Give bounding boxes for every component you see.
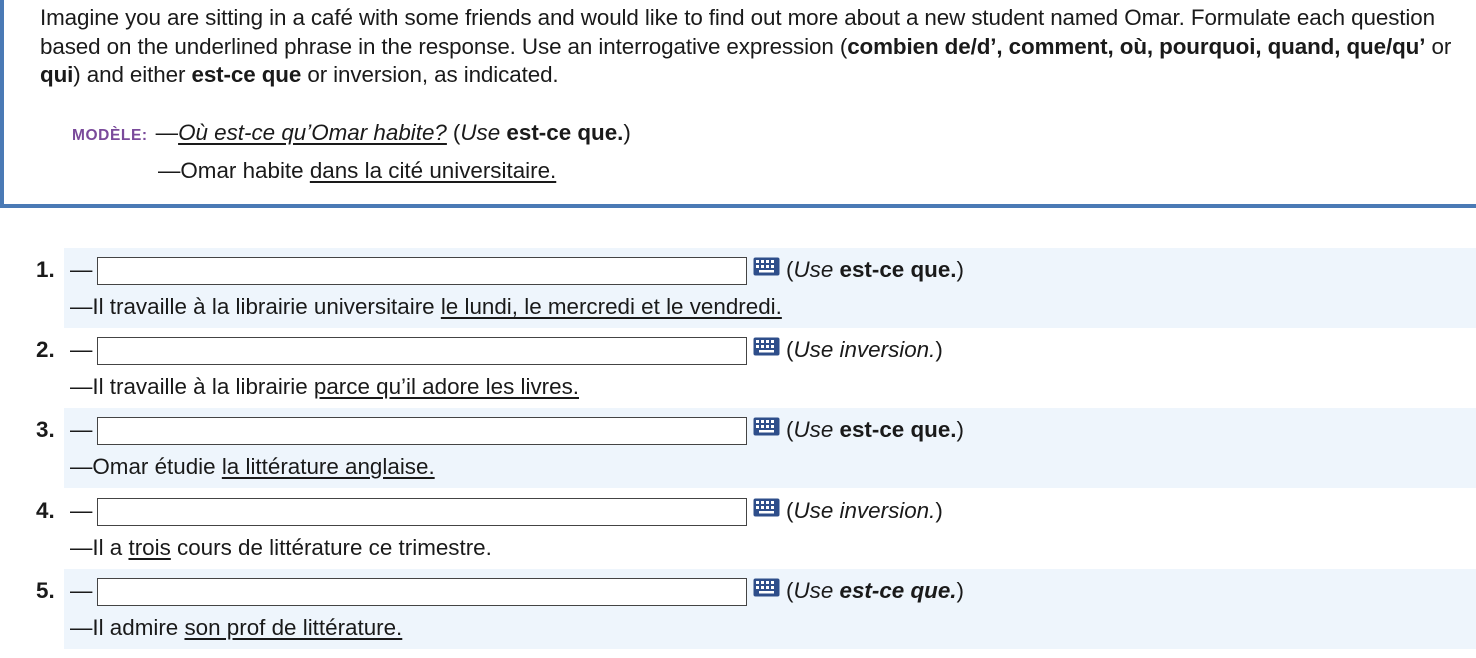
interrogative-expressions: combien de/d’, comment, où, pourquoi, qu… <box>847 33 1426 59</box>
instructions-part2: or <box>1425 33 1452 59</box>
instructions-part3: ) and either <box>73 62 192 88</box>
use-note: (Use inversion.) <box>786 498 943 524</box>
answer-input-4[interactable] <box>97 498 747 526</box>
use-note-method: est-ce que. <box>839 417 957 442</box>
question-dash: — <box>70 337 93 362</box>
keyboard-icon[interactable] <box>753 337 780 356</box>
response-suffix: cours de littérature ce trimestre. <box>170 535 492 560</box>
instructions-part4: or inversion, as indicated. <box>301 62 559 88</box>
response-text: —Il a trois cours de littérature ce trim… <box>70 535 492 561</box>
modele-dash: — <box>155 120 179 145</box>
response-text: —Omar étudie la littérature anglaise. <box>70 454 435 480</box>
response-text: —Il travaille à la librairie parce qu’il… <box>70 374 579 400</box>
exercise-item-3: 3. — (Use est-ce que.) —Omar étudie la l… <box>0 408 1476 488</box>
use-note-method: inversion. <box>839 337 936 362</box>
response-prefix: —Il a <box>70 535 129 560</box>
exercise-item-2: 2. — (Use inversion.) —Il travaille à la… <box>0 328 1476 408</box>
keyboard-icon[interactable] <box>753 417 780 436</box>
answer-input-3[interactable] <box>97 417 747 445</box>
modele-question: Où est-ce qu’Omar habite? <box>178 120 447 145</box>
exercise-item-4: 4. — (Use inversion.) —Il a trois cours … <box>0 489 1476 569</box>
keyboard-icon[interactable] <box>753 498 780 517</box>
modele-example: MODÈLE: — Où est-ce qu’Omar habite? (Use… <box>72 120 631 152</box>
item-number: 3. <box>36 417 55 442</box>
interrogative-qui: qui <box>40 62 74 88</box>
question-dash: — <box>70 257 93 282</box>
keyboard-icon[interactable] <box>753 257 780 276</box>
use-note-method: est-ce que. <box>839 257 957 282</box>
use-note-close: ) <box>956 257 964 282</box>
answer-input-1[interactable] <box>97 257 747 285</box>
exercise-item-1: 1. — (Use est-ce que.) —Il travaille à l… <box>0 248 1476 328</box>
use-note: (Use est-ce que.) <box>786 578 964 604</box>
response-prefix: —Il admire <box>70 615 185 640</box>
exercise-item-5: 5. — (Use est-ce que.) —Il admire son pr… <box>0 569 1476 649</box>
use-note-use: Use <box>793 417 834 442</box>
question-dash: — <box>70 498 93 523</box>
item-number: 5. <box>36 578 55 603</box>
item-number: 2. <box>36 337 55 362</box>
modele-answer-underlined: dans la cité universitaire. <box>309 158 557 183</box>
question-dash: — <box>70 417 93 442</box>
item-number: 4. <box>36 498 55 523</box>
use-note-use: Use <box>793 257 834 282</box>
response-underlined: la littérature anglaise. <box>221 454 435 479</box>
answer-input-5[interactable] <box>97 578 747 606</box>
response-text: —Il travaille à la librairie universitai… <box>70 294 782 320</box>
use-note-close: ) <box>935 498 943 523</box>
use-note-use: Use <box>793 337 834 362</box>
instructions-box: Imagine you are sitting in a café with s… <box>0 0 1476 208</box>
modele-use-close: ) <box>623 120 631 145</box>
modele-use-method: est-ce que. <box>506 120 624 145</box>
use-note-close: ) <box>956 417 964 442</box>
use-note: (Use inversion.) <box>786 337 943 363</box>
use-note-use: Use <box>793 498 834 523</box>
modele-use-word: Use <box>460 120 501 145</box>
use-note-use: Use <box>793 578 834 603</box>
question-dash: — <box>70 578 93 603</box>
response-text: —Il admire son prof de littérature. <box>70 615 402 641</box>
instructions-text: Imagine you are sitting in a café with s… <box>40 4 1472 90</box>
use-note-method: est-ce que. <box>839 578 957 603</box>
response-underlined: parce qu’il adore les livres. <box>313 374 579 399</box>
response-prefix: —Il travaille à la librairie universitai… <box>70 294 441 319</box>
response-prefix: —Il travaille à la librairie <box>70 374 314 399</box>
modele-label: MODÈLE: <box>72 127 148 144</box>
use-note: (Use est-ce que.) <box>786 417 964 443</box>
answer-input-2[interactable] <box>97 337 747 365</box>
modele-answer: —Omar habite dans la cité universitaire. <box>158 158 556 184</box>
modele-answer-prefix: —Omar habite <box>158 158 310 183</box>
modele-use-note: (Use est-ce que.) <box>453 120 631 146</box>
item-number: 1. <box>36 257 55 282</box>
response-underlined: le lundi, le mercredi et le vendredi. <box>440 294 782 319</box>
response-prefix: —Omar étudie <box>70 454 222 479</box>
use-note-close: ) <box>935 337 943 362</box>
keyboard-icon[interactable] <box>753 578 780 597</box>
use-note: (Use est-ce que.) <box>786 257 964 283</box>
response-underlined: son prof de littérature. <box>184 615 403 640</box>
use-note-method: inversion. <box>839 498 936 523</box>
est-ce-que-term: est-ce que <box>191 62 302 88</box>
response-underlined: trois <box>128 535 171 560</box>
use-note-close: ) <box>956 578 964 603</box>
